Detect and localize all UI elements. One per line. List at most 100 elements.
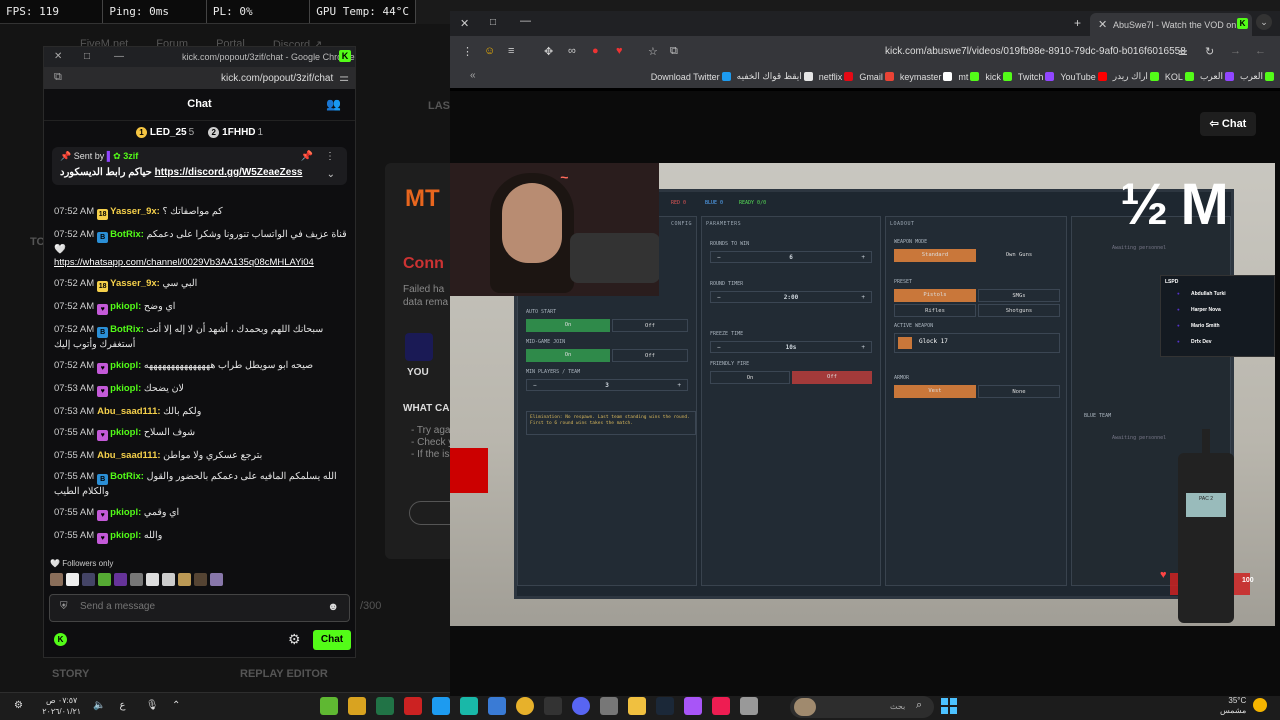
new-tab-icon[interactable]: +: [1074, 16, 1081, 30]
bookmark-item[interactable]: ايقظ قواك الخفيه: [737, 71, 813, 82]
back-icon[interactable]: ←: [1255, 45, 1266, 57]
chrome-icon[interactable]: [516, 697, 534, 715]
emote[interactable]: [194, 573, 207, 586]
message-username[interactable]: Yasser_9x:: [110, 206, 160, 217]
language-indicator[interactable]: ع: [120, 700, 134, 711]
chat-message[interactable]: 07:52 AM B BotRix: سبحانك اللهم وبحمدك ، أ…: [54, 323, 347, 351]
tune-icon[interactable]: ⚌: [1178, 45, 1188, 58]
friendly-fire-off[interactable]: Off: [792, 371, 872, 384]
mid-game-off[interactable]: Off: [612, 349, 688, 362]
vest-button[interactable]: Vest: [894, 385, 976, 398]
r-app-icon[interactable]: [404, 697, 422, 715]
tiktok-icon[interactable]: [712, 697, 730, 715]
emote[interactable]: [66, 573, 79, 586]
pinned-message[interactable]: 📌 Sent by ▌✿ 3zif حياكم رابط الديسكورد h…: [52, 147, 347, 185]
bookmark-item[interactable]: netflix: [819, 71, 854, 82]
pinned-sender-name[interactable]: 3zif: [123, 151, 138, 161]
volume-icon[interactable]: 🔈: [93, 700, 107, 711]
mid-game-on[interactable]: On: [526, 349, 610, 362]
users-icon[interactable]: 👥: [326, 97, 341, 111]
minimize-icon[interactable]: —: [520, 15, 531, 27]
auto-start-on[interactable]: On: [526, 319, 610, 332]
emote[interactable]: [82, 573, 95, 586]
color-app-icon[interactable]: [684, 697, 702, 715]
smgs-preset[interactable]: SMGs: [978, 289, 1060, 302]
round-timer-stepper[interactable]: −2:00 +: [710, 291, 872, 303]
more-options-icon[interactable]: ⋮: [325, 151, 335, 162]
message-username[interactable]: BotRix:: [110, 229, 144, 240]
chat-message[interactable]: 07:52 AM ♥ pkiopl: اي وضح: [54, 300, 347, 315]
message-username[interactable]: pkiopl:: [110, 301, 141, 312]
excel-icon[interactable]: [376, 697, 394, 715]
message-username[interactable]: pkiopl:: [110, 427, 141, 438]
extensions-icon[interactable]: ✥: [544, 45, 553, 58]
close-icon[interactable]: ✕: [460, 17, 469, 30]
emote[interactable]: [114, 573, 127, 586]
message-username[interactable]: pkiopl:: [110, 530, 141, 541]
rifles-preset[interactable]: Rifles: [894, 304, 976, 317]
bookmark-item[interactable]: Download Twitter: [651, 71, 731, 82]
bookmark-item[interactable]: mt: [958, 71, 980, 82]
pistols-preset[interactable]: Pistols: [894, 289, 976, 302]
gear-icon[interactable]: ⚙: [14, 700, 28, 711]
message-username[interactable]: Abu_saad111:: [97, 450, 160, 461]
bookmark-item[interactable]: Gmail: [859, 71, 894, 82]
message-username[interactable]: Yasser_9x:: [110, 278, 160, 289]
incognito-icon[interactable]: ∞: [568, 45, 576, 57]
chat-message[interactable]: 07:55 AM B BotRix: الله يسلمكم المافيه على…: [54, 470, 347, 498]
bookmark-item[interactable]: YouTube: [1060, 71, 1107, 82]
gear-icon[interactable]: ⚙: [288, 631, 301, 648]
play-app-icon[interactable]: [320, 697, 338, 715]
chat-app-icon[interactable]: [460, 697, 478, 715]
message-link[interactable]: https://whatsapp.com/channel/0029Vb3AA13…: [54, 257, 314, 268]
discord-icon[interactable]: [572, 697, 590, 715]
chat-message[interactable]: 07:55 AM ♥ pkiopl: اي وقمي: [54, 506, 347, 521]
gifter-1[interactable]: 1 LED_25 5: [135, 126, 194, 138]
chevron-up-icon[interactable]: ⌃: [172, 700, 186, 711]
microphone-icon[interactable]: 🎙: [146, 700, 160, 711]
twitter-icon[interactable]: [432, 697, 450, 715]
message-username[interactable]: Abu_saad111:: [97, 406, 160, 417]
photos-icon[interactable]: [488, 697, 506, 715]
chat-message[interactable]: 07:52 AM 18 Yasser_9x: كم مواصفاتك ؟: [54, 205, 347, 220]
message-username[interactable]: pkiopl:: [110, 383, 141, 394]
bookmark-item[interactable]: اراك ريدر: [1113, 71, 1159, 82]
bookmark-star-icon[interactable]: ☆: [648, 45, 658, 58]
friendly-fire-on[interactable]: On: [710, 371, 790, 384]
chat-message[interactable]: 07:52 AM B BotRix: قناة عزيف في الواتساب ت…: [54, 228, 347, 269]
weather-widget[interactable]: 35°C مشمس: [1220, 696, 1246, 716]
taskbar-search[interactable]: بحث ⌕: [790, 696, 934, 718]
emote[interactable]: [130, 573, 143, 586]
message-username[interactable]: BotRix:: [110, 471, 144, 482]
steam-icon[interactable]: [656, 697, 674, 715]
emote[interactable]: [210, 573, 223, 586]
collapse-icon[interactable]: «: [470, 70, 476, 81]
profile-icon[interactable]: ☺: [484, 45, 495, 57]
video-player[interactable]: RED 0 BLUE 0 READY 0/0 CONFIG AUTO START…: [450, 163, 1275, 626]
message-username[interactable]: pkiopl:: [110, 507, 141, 518]
notepad-icon[interactable]: [740, 697, 758, 715]
minimize-icon[interactable]: —: [114, 51, 124, 62]
maximize-icon[interactable]: □: [84, 51, 90, 62]
emoji-icon[interactable]: ☻: [327, 601, 339, 613]
auto-start-off[interactable]: Off: [612, 319, 688, 332]
chat-message[interactable]: 07:55 AM Abu_saad111: بترجع عسكري ولا موا…: [54, 449, 347, 462]
close-icon[interactable]: ✕: [54, 51, 62, 62]
reading-list-icon[interactable]: ≡: [508, 45, 514, 57]
windows-start-icon[interactable]: [941, 698, 957, 714]
bookmark-item[interactable]: KOL: [1165, 71, 1194, 82]
bookmark-item[interactable]: العرب: [1240, 71, 1274, 82]
no-armor-button[interactable]: None: [978, 385, 1060, 398]
bookmark-item[interactable]: Twitch: [1018, 71, 1055, 82]
replay-editor-label[interactable]: REPLAY EDITOR: [240, 668, 328, 680]
clock[interactable]: ٠٧:٥٧ ص ٢٠٢٦/٠١/٢١: [42, 695, 81, 717]
chat-url-bar[interactable]: ⧉ kick.com/popout/3zif/chat ⚌: [44, 67, 355, 89]
rounds-stepper[interactable]: −6 +: [710, 251, 872, 263]
tab-search-icon[interactable]: ⌄: [1256, 14, 1272, 30]
more-options-icon[interactable]: ⋮: [462, 45, 473, 58]
emote[interactable]: [146, 573, 159, 586]
chat-message[interactable]: 07:52 AM 18 Yasser_9x: البي سي: [54, 277, 347, 292]
min-players-stepper[interactable]: −3 +: [526, 379, 688, 391]
bookmark-item[interactable]: العرب: [1200, 71, 1234, 82]
emote[interactable]: [50, 573, 63, 586]
